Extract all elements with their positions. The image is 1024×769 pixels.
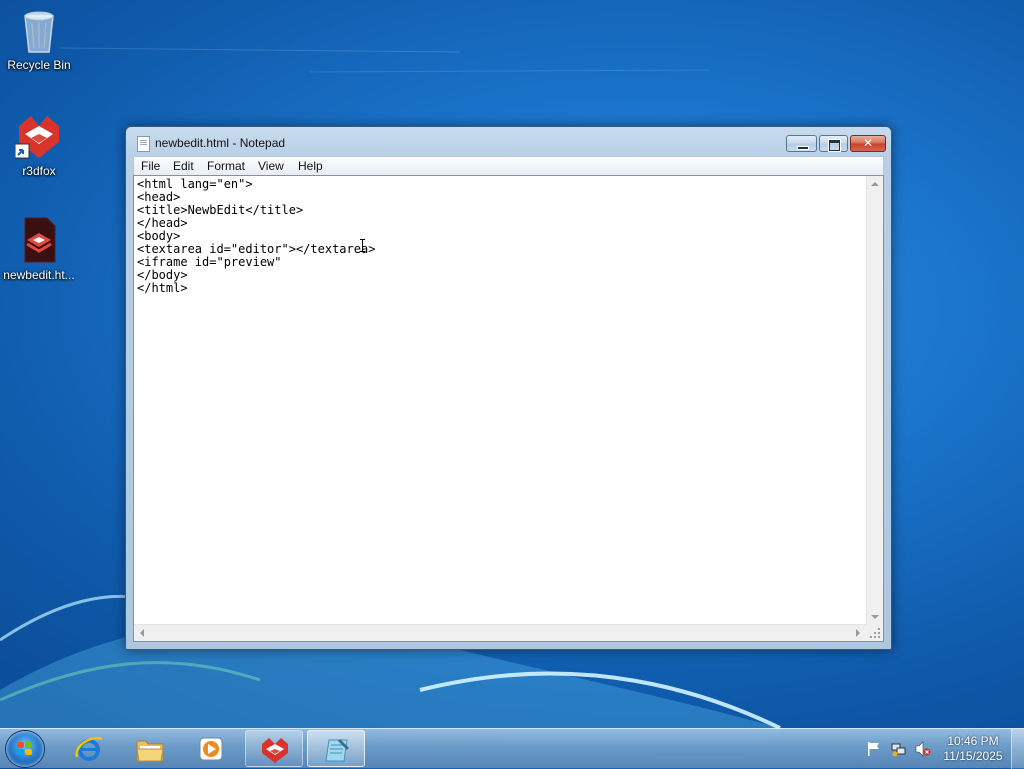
r3dfox-shortcut-icon bbox=[14, 112, 63, 160]
resize-grip-icon[interactable] bbox=[866, 624, 883, 641]
window-title: newbedit.html - Notepad bbox=[155, 136, 286, 150]
html-file-icon bbox=[15, 216, 63, 264]
maximize-icon bbox=[829, 140, 840, 151]
desktop-icon-newbedit-file[interactable]: newbedit.ht... bbox=[1, 216, 77, 282]
taskbar-internet-explorer[interactable] bbox=[60, 730, 118, 767]
minimize-button[interactable] bbox=[786, 135, 817, 152]
notepad-app-icon[interactable] bbox=[137, 136, 150, 152]
desktop-icon-label: r3dfox bbox=[22, 164, 56, 178]
taskbar-windows-explorer[interactable] bbox=[121, 730, 179, 767]
text-cursor-ibeam-icon bbox=[359, 239, 366, 252]
action-center-flag-icon[interactable] bbox=[866, 741, 882, 757]
folder-icon bbox=[136, 740, 164, 762]
desktop-icon-r3dfox[interactable]: r3dfox bbox=[1, 112, 77, 178]
clock-date: 11/15/2025 bbox=[943, 749, 1003, 763]
close-button[interactable]: ✕ bbox=[850, 135, 886, 152]
menu-help[interactable]: Help bbox=[296, 158, 325, 174]
scroll-left-icon[interactable] bbox=[140, 629, 144, 637]
clock[interactable]: 10:46 PM 11/15/2025 bbox=[940, 734, 1006, 764]
menu-bar: File Edit Format View Help bbox=[133, 156, 884, 175]
recycle-bin-icon bbox=[15, 6, 63, 54]
desktop-icon-label: Recycle Bin bbox=[7, 58, 71, 72]
editor-content[interactable]: <html lang="en"> <head> <title>NewbEdit<… bbox=[137, 178, 375, 295]
horizontal-scrollbar[interactable] bbox=[134, 624, 866, 641]
desktop-icon-label: newbedit.ht... bbox=[3, 268, 75, 282]
notepad-window[interactable]: newbedit.html - Notepad ✕ File Edit Form… bbox=[125, 126, 892, 650]
title-bar[interactable]: newbedit.html - Notepad ✕ bbox=[126, 127, 891, 157]
notepad-icon bbox=[325, 739, 349, 762]
scroll-right-icon[interactable] bbox=[856, 629, 860, 637]
menu-format[interactable]: Format bbox=[205, 158, 247, 174]
menu-edit[interactable]: Edit bbox=[171, 158, 196, 174]
taskbar: 10:46 PM 11/15/2025 bbox=[0, 728, 1024, 769]
taskbar-r3dfox[interactable] bbox=[245, 730, 303, 767]
scroll-down-icon[interactable] bbox=[871, 615, 879, 619]
r3dfox-icon bbox=[262, 738, 288, 763]
desktop-icon-recycle-bin[interactable]: Recycle Bin bbox=[1, 6, 77, 72]
text-editor-area[interactable]: <html lang="en"> <head> <title>NewbEdit<… bbox=[133, 175, 884, 642]
show-desktop-button[interactable] bbox=[1011, 729, 1024, 769]
taskbar-notepad[interactable] bbox=[307, 730, 365, 767]
menu-file[interactable]: File bbox=[139, 158, 162, 174]
windows-logo-icon bbox=[17, 742, 33, 756]
start-button[interactable] bbox=[6, 731, 44, 767]
vertical-scrollbar[interactable] bbox=[866, 176, 883, 625]
close-icon: ✕ bbox=[862, 136, 874, 150]
media-player-icon bbox=[199, 737, 223, 761]
clock-time: 10:46 PM bbox=[947, 734, 999, 748]
taskbar-media-player[interactable] bbox=[182, 730, 240, 767]
volume-muted-icon[interactable] bbox=[915, 741, 931, 757]
minimize-icon bbox=[797, 146, 809, 150]
network-icon[interactable] bbox=[891, 741, 907, 757]
internet-explorer-icon bbox=[75, 736, 103, 761]
maximize-button[interactable] bbox=[819, 135, 848, 152]
scroll-up-icon[interactable] bbox=[871, 182, 879, 186]
menu-view[interactable]: View bbox=[256, 158, 286, 174]
